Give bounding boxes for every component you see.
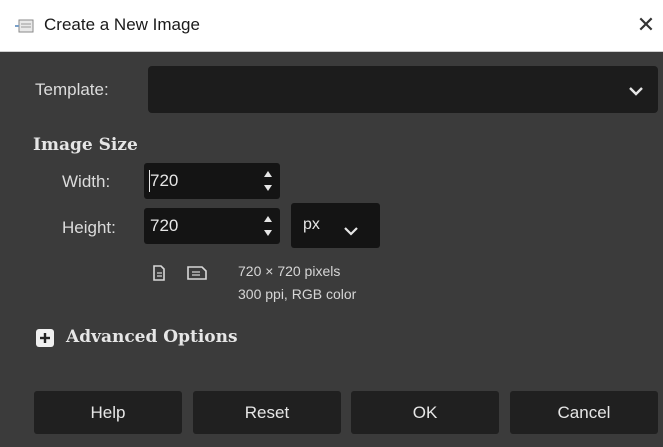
height-label: Height: <box>62 218 116 237</box>
reset-button[interactable]: Reset <box>193 391 341 434</box>
width-label: Width: <box>62 172 111 191</box>
plus-icon[interactable] <box>36 329 54 347</box>
chevron-down-icon <box>628 82 644 96</box>
resolution-info: 300 ppi, RGB color <box>238 286 357 302</box>
width-value[interactable]: 720 <box>150 171 178 191</box>
image-size-heading: Image Size <box>33 135 138 155</box>
close-button[interactable]: ✕ <box>629 8 663 44</box>
title-bar: Create a New Image ✕ <box>0 0 663 52</box>
width-stepper-icon[interactable] <box>262 168 274 194</box>
unit-dropdown[interactable]: px <box>291 203 380 248</box>
ok-button[interactable]: OK <box>351 391 499 434</box>
height-field[interactable]: 720 <box>144 208 280 244</box>
gimp-new-image-icon <box>14 16 36 36</box>
cancel-button[interactable]: Cancel <box>510 391 658 434</box>
chevron-down-icon <box>344 221 358 236</box>
help-button[interactable]: Help <box>34 391 182 434</box>
height-stepper-icon[interactable] <box>262 213 274 239</box>
template-dropdown[interactable] <box>148 66 658 113</box>
portrait-icon[interactable] <box>152 265 166 285</box>
width-field[interactable]: 720 <box>144 163 280 199</box>
landscape-icon[interactable] <box>187 265 207 284</box>
size-info: 720 × 720 pixels <box>238 263 341 279</box>
height-value[interactable]: 720 <box>150 216 178 236</box>
window-title: Create a New Image <box>44 15 200 34</box>
advanced-options-toggle[interactable]: Advanced Options <box>66 327 238 347</box>
template-label: Template: <box>35 80 109 99</box>
unit-value: px <box>303 216 320 233</box>
